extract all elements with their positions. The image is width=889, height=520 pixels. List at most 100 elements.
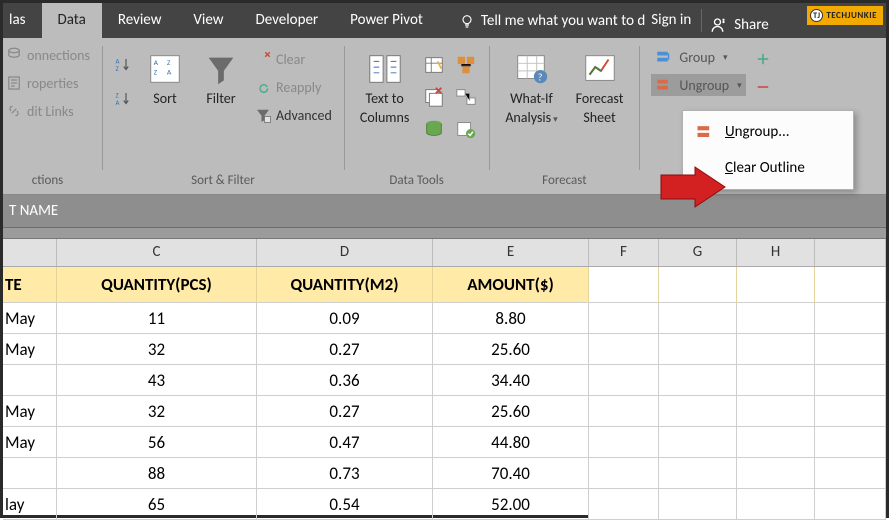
cell-blank[interactable] bbox=[737, 267, 815, 303]
cell-blank[interactable] bbox=[815, 334, 886, 365]
cell-blank[interactable] bbox=[737, 427, 815, 458]
cell-blank[interactable] bbox=[659, 267, 737, 303]
flash-fill-icon[interactable] bbox=[423, 54, 445, 76]
text-to-columns-button[interactable]: Text to Columns bbox=[356, 50, 413, 126]
cell-qty-m2[interactable]: 0.27 bbox=[257, 334, 433, 365]
col-header-rest[interactable] bbox=[815, 239, 886, 266]
header-date[interactable]: TE bbox=[3, 267, 57, 303]
cell-blank[interactable] bbox=[737, 489, 815, 520]
tab-review[interactable]: Review bbox=[102, 3, 178, 38]
cell-qty-m2[interactable]: 0.47 bbox=[257, 427, 433, 458]
sign-in-button[interactable]: Sign in bbox=[645, 3, 701, 38]
clear-filter-button[interactable]: Clear bbox=[254, 50, 332, 68]
cell-amount[interactable]: 34.40 bbox=[433, 365, 589, 396]
cell-amount[interactable]: 52.00 bbox=[433, 489, 589, 520]
cell-blank[interactable] bbox=[737, 303, 815, 334]
cell-blank[interactable] bbox=[659, 489, 737, 520]
cell-blank[interactable] bbox=[737, 334, 815, 365]
ungroup-rows-button[interactable]: Ungroup ▾ bbox=[651, 74, 745, 96]
properties-button[interactable]: roperties bbox=[5, 74, 90, 92]
cell-amount[interactable]: 70.40 bbox=[433, 458, 589, 489]
col-header-d[interactable]: D bbox=[257, 239, 433, 266]
sort-desc-icon[interactable]: ZA bbox=[114, 90, 132, 108]
header-amount[interactable]: AMOUNT($) bbox=[433, 267, 589, 303]
cell-blank[interactable] bbox=[589, 427, 659, 458]
sort-button[interactable]: AZZA Sort bbox=[142, 50, 188, 107]
col-header-h[interactable]: H bbox=[737, 239, 815, 266]
cell-qty-m2[interactable]: 0.36 bbox=[257, 365, 433, 396]
cell-qty-pcs[interactable]: 56 bbox=[57, 427, 257, 458]
spreadsheet-grid[interactable]: TE QUANTITY(PCS) QUANTITY(M2) AMOUNT($) … bbox=[3, 267, 886, 520]
group-rows-button[interactable]: Group ▾ bbox=[651, 46, 745, 68]
menu-ungroup[interactable]: Ungroup... bbox=[685, 114, 851, 150]
cell-blank[interactable] bbox=[737, 396, 815, 427]
tab-data[interactable]: Data bbox=[42, 3, 102, 38]
share-button[interactable]: Share bbox=[702, 3, 780, 38]
hide-detail-icon[interactable] bbox=[754, 78, 772, 96]
cell-qty-pcs[interactable]: 65 bbox=[57, 489, 257, 520]
cell-qty-m2[interactable]: 0.09 bbox=[257, 303, 433, 334]
header-qty-pcs[interactable]: QUANTITY(PCS) bbox=[57, 267, 257, 303]
forecast-sheet-button[interactable]: Forecast Sheet bbox=[572, 50, 628, 126]
cell-amount[interactable]: 25.60 bbox=[433, 396, 589, 427]
cell-blank[interactable] bbox=[659, 303, 737, 334]
col-header-e[interactable]: E bbox=[433, 239, 589, 266]
consolidate-icon[interactable] bbox=[455, 54, 477, 76]
tab-view[interactable]: View bbox=[177, 3, 239, 38]
cell-blank[interactable] bbox=[589, 396, 659, 427]
col-header-c[interactable]: C bbox=[57, 239, 257, 266]
cell-qty-pcs[interactable]: 11 bbox=[57, 303, 257, 334]
cell-blank[interactable] bbox=[815, 396, 886, 427]
cell-qty-m2[interactable]: 0.27 bbox=[257, 396, 433, 427]
data-validation-icon[interactable] bbox=[455, 118, 477, 140]
cell-blank[interactable] bbox=[659, 396, 737, 427]
name-box-area[interactable]: T NAME bbox=[3, 195, 886, 228]
remove-duplicates-icon[interactable] bbox=[423, 86, 445, 108]
cell-blank[interactable] bbox=[659, 427, 737, 458]
advanced-filter-button[interactable]: Advanced bbox=[254, 106, 332, 124]
tab-formulas[interactable]: las bbox=[3, 3, 42, 38]
cell-date[interactable]: May bbox=[3, 427, 57, 458]
cell-date[interactable]: lay bbox=[3, 489, 57, 520]
connections-button[interactable]: onnections bbox=[5, 46, 90, 64]
cell-date[interactable] bbox=[3, 365, 57, 396]
cell-blank[interactable] bbox=[589, 365, 659, 396]
cell-blank[interactable] bbox=[815, 427, 886, 458]
cell-blank[interactable] bbox=[589, 489, 659, 520]
cell-blank[interactable] bbox=[815, 267, 886, 303]
sort-asc-icon[interactable]: AZ bbox=[114, 56, 132, 74]
cell-date[interactable] bbox=[3, 458, 57, 489]
tab-power-pivot[interactable]: Power Pivot bbox=[334, 3, 439, 38]
cell-blank[interactable] bbox=[589, 334, 659, 365]
cell-date[interactable]: May bbox=[3, 334, 57, 365]
cell-blank[interactable] bbox=[659, 458, 737, 489]
cell-blank[interactable] bbox=[589, 458, 659, 489]
cell-qty-pcs[interactable]: 88 bbox=[57, 458, 257, 489]
relationships-icon[interactable] bbox=[455, 86, 477, 108]
show-detail-icon[interactable] bbox=[754, 50, 772, 68]
cell-blank[interactable] bbox=[737, 458, 815, 489]
cell-date[interactable]: May bbox=[3, 396, 57, 427]
filter-button[interactable]: Filter bbox=[198, 50, 244, 107]
cell-qty-pcs[interactable]: 43 bbox=[57, 365, 257, 396]
cell-blank[interactable] bbox=[737, 365, 815, 396]
col-header-f[interactable]: F bbox=[589, 239, 659, 266]
col-header-g[interactable]: G bbox=[659, 239, 737, 266]
cell-blank[interactable] bbox=[815, 365, 886, 396]
cell-qty-pcs[interactable]: 32 bbox=[57, 396, 257, 427]
cell-blank[interactable] bbox=[815, 458, 886, 489]
reapply-button[interactable]: Reapply bbox=[254, 78, 332, 96]
cell-blank[interactable] bbox=[589, 267, 659, 303]
cell-qty-m2[interactable]: 0.73 bbox=[257, 458, 433, 489]
data-model-icon[interactable] bbox=[423, 118, 445, 140]
tell-me-search[interactable]: Tell me what you want to d bbox=[459, 3, 645, 38]
cell-blank[interactable] bbox=[659, 365, 737, 396]
cell-qty-m2[interactable]: 0.54 bbox=[257, 489, 433, 520]
cell-blank[interactable] bbox=[659, 334, 737, 365]
what-if-analysis-button[interactable]: ? What-If Analysis▾ bbox=[501, 50, 561, 126]
cell-blank[interactable] bbox=[815, 303, 886, 334]
cell-amount[interactable]: 44.80 bbox=[433, 427, 589, 458]
cell-qty-pcs[interactable]: 32 bbox=[57, 334, 257, 365]
tab-developer[interactable]: Developer bbox=[240, 3, 335, 38]
cell-blank[interactable] bbox=[815, 489, 886, 520]
